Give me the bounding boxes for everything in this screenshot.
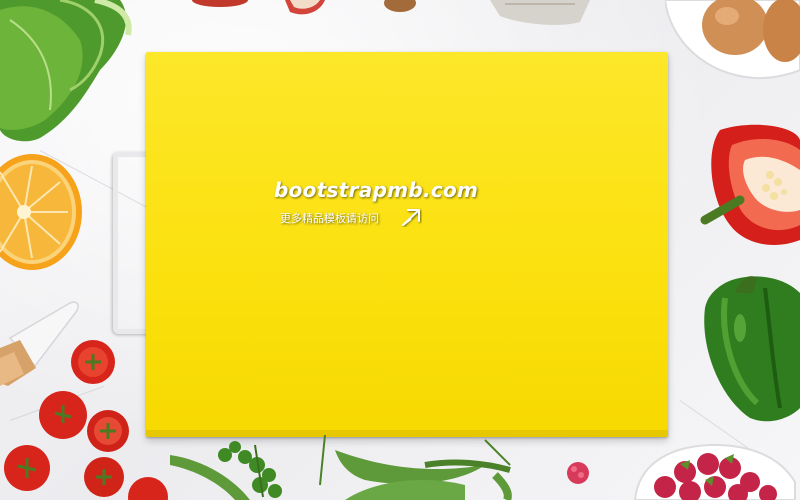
- cursor-arrow-icon: [402, 209, 420, 226]
- pea-pods-and-herbs: [170, 435, 512, 500]
- board-handle: [113, 152, 149, 334]
- red-bell-pepper: [700, 124, 800, 245]
- photo-scene: bootstrapmb.com 更多精品模板请访问: [0, 0, 800, 500]
- raspberry-bowl: [633, 443, 796, 500]
- watermark-site-name: bootstrapmb.com: [274, 178, 479, 202]
- yellow-cutting-board: [146, 52, 668, 437]
- lettuce-leaves: [0, 0, 132, 142]
- watermark-tagline: 更多精品模板请访问: [280, 212, 379, 225]
- orange-half: [0, 154, 82, 270]
- top-edge-items: [192, 0, 590, 25]
- raspberry: [567, 462, 589, 484]
- green-bell-pepper: [704, 276, 800, 422]
- cherry-tomatoes: [4, 340, 168, 500]
- eggs-bowl: [665, 0, 800, 80]
